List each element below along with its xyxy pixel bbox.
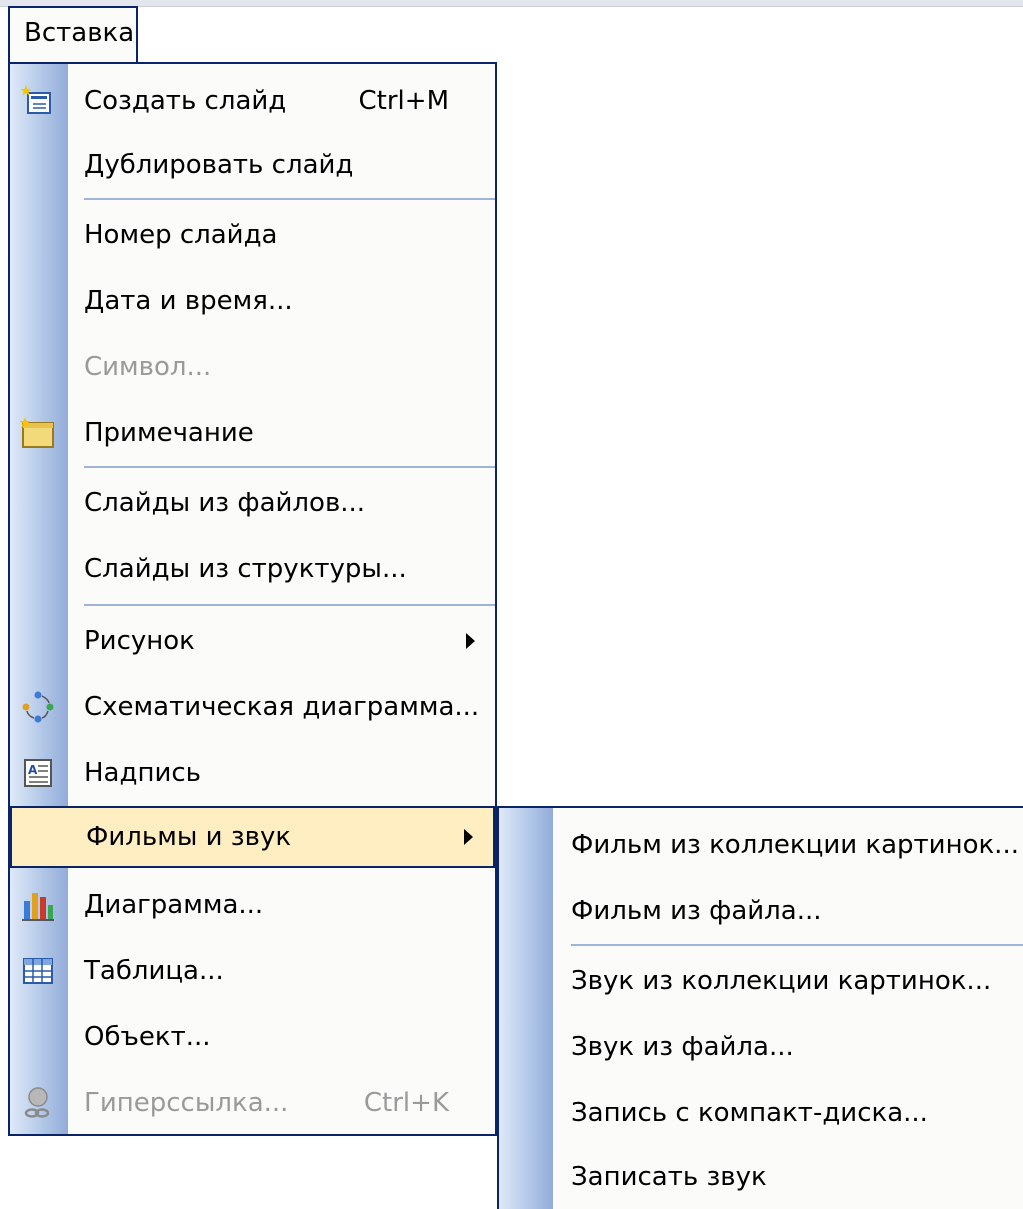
menu-item-label: Примечание xyxy=(84,418,254,448)
submenu-item-label: Звук из коллекции картинок... xyxy=(571,966,992,996)
menu-item-label: Диаграмма... xyxy=(84,890,264,920)
menu-item-slides-from-files[interactable]: Слайды из файлов... xyxy=(10,470,495,536)
chart-icon xyxy=(22,893,54,921)
submenu-item-label: Фильм из коллекции картинок... xyxy=(571,830,1019,860)
textbox-icon: A xyxy=(24,759,52,787)
submenu-item-movie-from-file[interactable]: Фильм из файла... xyxy=(499,878,1023,944)
submenu-item-label: Записать звук xyxy=(571,1162,767,1192)
menu-item-label: Схематическая диаграмма... xyxy=(84,692,480,722)
menu-item-slides-from-outline[interactable]: Слайды из структуры... xyxy=(10,536,495,602)
menu-item-slide-number[interactable]: Номер слайда xyxy=(10,202,495,268)
menu-item-label: Рисунок xyxy=(84,626,195,656)
menu-item-movies-and-sounds[interactable]: Фильмы и звук xyxy=(10,806,495,868)
menu-item-label: Таблица... xyxy=(84,956,224,986)
submenu-item-record-sound[interactable]: Записать звук xyxy=(499,1146,1023,1208)
top-toolbar-strip xyxy=(0,0,1023,7)
diagram-icon xyxy=(22,691,54,723)
menu-item-label: Объект... xyxy=(84,1022,211,1052)
menu-item-label: Слайды из структуры... xyxy=(84,554,407,584)
menu-item-label: Номер слайда xyxy=(84,220,278,250)
menu-separator xyxy=(84,466,495,468)
table-icon xyxy=(23,958,53,984)
menu-item-comment[interactable]: Примечание xyxy=(10,400,495,466)
menu-item-picture[interactable]: Рисунок xyxy=(10,608,495,674)
submenu-item-label: Звук из файла... xyxy=(571,1032,794,1062)
submenu-separator xyxy=(571,944,1023,946)
hyperlink-icon xyxy=(24,1087,50,1118)
menu-item-schematic-diagram[interactable]: Схематическая диаграмма... xyxy=(10,674,495,740)
menu-item-label: Символ... xyxy=(84,352,212,382)
menu-item-table[interactable]: Таблица... xyxy=(10,938,495,1004)
menu-item-hyperlink: Гиперссылка... Ctrl+K xyxy=(10,1070,495,1136)
menu-separator xyxy=(84,604,495,606)
menu-item-new-slide[interactable]: Создать слайд Ctrl+M xyxy=(10,68,495,134)
menu-item-duplicate-slide[interactable]: Дублировать слайд xyxy=(10,134,495,196)
submenu-item-play-cd-track[interactable]: Запись с компакт-диска... xyxy=(499,1080,1023,1146)
menu-item-label: Дублировать слайд xyxy=(84,150,354,180)
comment-icon xyxy=(20,417,54,448)
menu-item-label: Фильмы и звук xyxy=(86,822,292,852)
submenu-arrow-icon xyxy=(466,633,475,649)
menu-item-date-time[interactable]: Дата и время... xyxy=(10,268,495,334)
submenu-arrow-icon xyxy=(464,829,473,845)
svg-text:A: A xyxy=(28,763,38,777)
insert-menu-title[interactable]: Вставка xyxy=(8,6,138,62)
submenu-item-label: Фильм из файла... xyxy=(571,896,822,926)
insert-menu-dropdown: Создать слайд Ctrl+M Дублировать слайд Н… xyxy=(8,62,497,1136)
menu-item-chart[interactable]: Диаграмма... xyxy=(10,872,495,938)
menu-item-label: Надпись xyxy=(84,758,201,788)
submenu-item-sound-from-file[interactable]: Звук из файла... xyxy=(499,1014,1023,1080)
submenu-item-movie-from-clip-organizer[interactable]: Фильм из коллекции картинок... xyxy=(499,812,1023,878)
insert-menu-label: Вставка xyxy=(24,18,135,48)
submenu-item-sound-from-clip-organizer[interactable]: Звук из коллекции картинок... xyxy=(499,948,1023,1014)
menu-item-symbol: Символ... xyxy=(10,334,495,400)
movies-and-sounds-submenu: Фильм из коллекции картинок... Фильм из … xyxy=(497,806,1023,1209)
menu-item-object[interactable]: Объект... xyxy=(10,1004,495,1070)
submenu-item-label: Запись с компакт-диска... xyxy=(571,1098,928,1128)
menu-item-label: Создать слайд xyxy=(84,86,287,116)
menu-item-label: Гиперссылка... xyxy=(84,1088,289,1118)
menu-item-shortcut: Ctrl+M xyxy=(358,86,449,116)
menu-item-text-box[interactable]: A Надпись xyxy=(10,740,495,806)
menu-item-shortcut: Ctrl+K xyxy=(363,1088,449,1118)
new-slide-icon xyxy=(20,85,51,114)
menu-item-label: Слайды из файлов... xyxy=(84,488,366,518)
menu-separator xyxy=(84,198,495,200)
menu-item-label: Дата и время... xyxy=(84,286,293,316)
